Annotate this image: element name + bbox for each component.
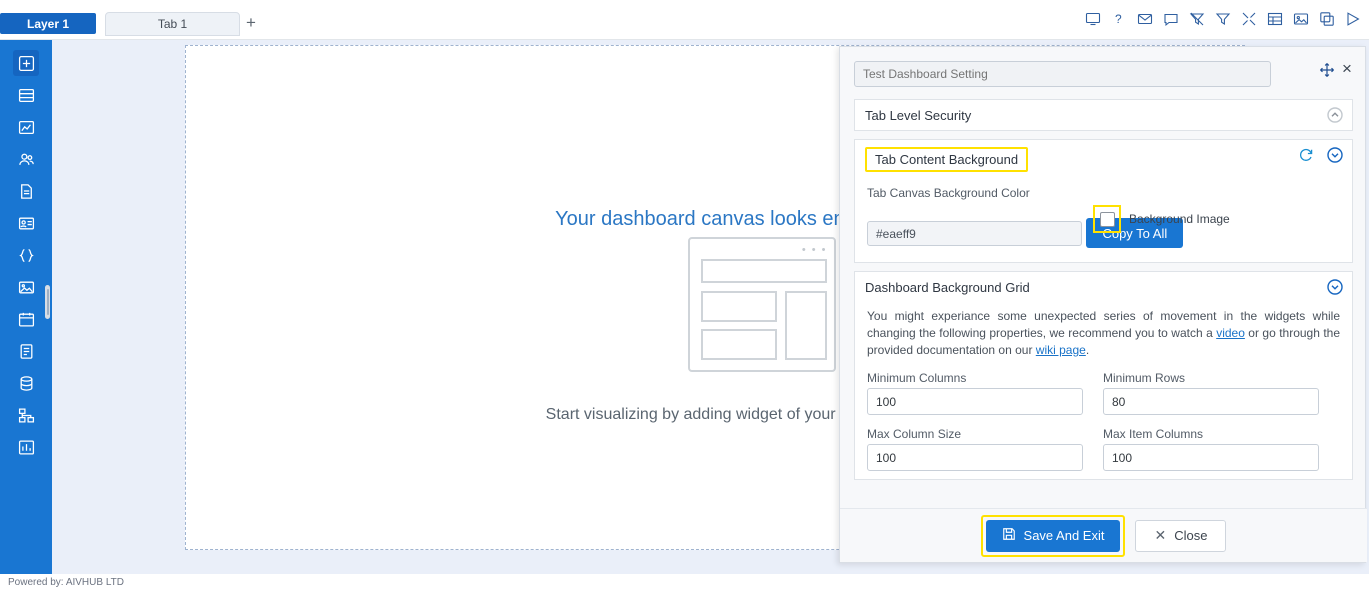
tools-icon[interactable] (1241, 11, 1257, 27)
background-image-checkbox[interactable] (1099, 211, 1115, 227)
dashboard-background-grid-body: You might experiance some unexpected ser… (855, 302, 1352, 479)
field-max-column-size: Max Column Size (867, 427, 1083, 471)
sidebar-item-layout[interactable] (13, 82, 39, 108)
mail-icon[interactable] (1137, 11, 1153, 27)
close-x-icon: ✕ (1154, 527, 1167, 543)
tab-1[interactable]: Tab 1 (105, 12, 240, 36)
max-item-columns-label: Max Item Columns (1103, 427, 1204, 441)
field-minimum-columns: Minimum Columns (867, 371, 1083, 415)
add-tab-button[interactable]: + (246, 14, 256, 31)
sidebar-item-code[interactable] (13, 242, 39, 268)
panel-footer: Save And Exit ✕ Close (840, 508, 1367, 562)
tab-label: Tab 1 (157, 17, 188, 31)
help-icon[interactable]: ? (1111, 11, 1127, 27)
save-button-label: Save And Exit (1023, 528, 1105, 543)
illustration-block-3 (785, 291, 827, 360)
play-icon[interactable] (1345, 11, 1361, 27)
sidebar-item-page[interactable] (13, 338, 39, 364)
filter-icon[interactable] (1215, 11, 1231, 27)
dashboard-background-grid-label: Dashboard Background Grid (865, 279, 1030, 295)
video-link[interactable]: video (1216, 326, 1245, 340)
svg-text:?: ? (1115, 12, 1122, 26)
image-icon[interactable] (1293, 11, 1309, 27)
chevron-down-icon-tcb[interactable] (1326, 146, 1344, 164)
grid-warning-note: You might experiance some unexpected ser… (867, 308, 1340, 359)
copy-icon[interactable] (1319, 11, 1335, 27)
wiki-page-link[interactable]: wiki page (1036, 343, 1086, 357)
sidebar-item-dashboard[interactable] (13, 50, 39, 76)
sidebar-item-tree[interactable] (13, 402, 39, 428)
panel-header: × (840, 47, 1367, 93)
layer-button[interactable]: Layer 1 (0, 13, 96, 34)
monitor-icon[interactable] (1085, 11, 1101, 27)
tab-content-background-label: Tab Content Background (865, 146, 1029, 172)
save-and-exit-button[interactable]: Save And Exit (985, 519, 1121, 552)
dashboard-settings-panel: × Tab Level Security Tab Content Backgro… (839, 46, 1367, 563)
dashboard-setting-title-input[interactable] (854, 61, 1271, 87)
app-root: Layer 1 Tab 1 + ? Your dashboard canvas … (0, 0, 1369, 592)
save-button-highlight: Save And Exit (980, 514, 1126, 557)
table-icon[interactable] (1267, 11, 1283, 27)
top-icon-bar: ? (1085, 11, 1361, 27)
close-icon[interactable]: × (1342, 60, 1352, 77)
save-icon (1002, 527, 1016, 544)
sidebar-item-chart[interactable] (13, 114, 39, 140)
background-image-label: Background Image (1129, 212, 1230, 226)
dashboard-background-grid-header[interactable]: Dashboard Background Grid (855, 272, 1352, 302)
tab-level-security-header[interactable]: Tab Level Security (855, 100, 1352, 130)
background-image-control: Background Image (1093, 205, 1230, 233)
close-button[interactable]: ✕ Close (1135, 519, 1227, 552)
sidebar-item-analytics[interactable] (13, 434, 39, 460)
canvas-color-input[interactable] (867, 221, 1082, 246)
chevron-down-icon-dbg[interactable] (1326, 278, 1344, 296)
illustration-block-1 (701, 291, 777, 322)
illustration-block-2 (701, 329, 777, 360)
sidebar-item-card[interactable] (13, 210, 39, 236)
refresh-icon[interactable] (1298, 147, 1314, 163)
chevron-up-icon[interactable] (1326, 106, 1344, 124)
sidebar-item-database[interactable] (13, 370, 39, 396)
illustration-dots: • • • (801, 244, 827, 256)
minimum-columns-input[interactable] (867, 388, 1083, 415)
field-minimum-rows: Minimum Rows (1103, 371, 1319, 415)
comment-icon[interactable] (1163, 11, 1179, 27)
panel-body: Tab Level Security Tab Content Backgroun… (854, 99, 1353, 543)
field-max-item-columns: Max Item Columns (1103, 427, 1319, 471)
sidebar-resize-handle[interactable] (45, 285, 50, 319)
minimum-rows-input[interactable] (1103, 388, 1319, 415)
filter-off-icon[interactable] (1189, 11, 1205, 27)
canvas-color-label: Tab Canvas Background Color (867, 186, 1030, 200)
empty-state-illustration: • • • (688, 237, 836, 372)
tab-content-background-body: Tab Canvas Background Color Background I… (855, 178, 1352, 262)
section-dashboard-background-grid: Dashboard Background Grid You might expe… (854, 271, 1353, 480)
sidebar-item-media[interactable] (13, 274, 39, 300)
close-button-label: Close (1174, 528, 1208, 543)
sidebar-item-calendar[interactable] (13, 306, 39, 332)
background-image-checkbox-highlight (1093, 205, 1121, 233)
powered-by-label: Powered by: AIVHUB LTD (8, 577, 124, 588)
note-text-3: . (1085, 343, 1090, 357)
minimum-columns-label: Minimum Columns (867, 371, 967, 385)
sidebar-item-users[interactable] (13, 146, 39, 172)
max-item-columns-input[interactable] (1103, 444, 1319, 471)
top-bar: Layer 1 Tab 1 + ? (0, 0, 1369, 40)
tab-content-background-header[interactable]: Tab Content Background (855, 140, 1352, 178)
minimum-rows-label: Minimum Rows (1103, 371, 1186, 385)
move-icon[interactable] (1319, 62, 1335, 83)
grid-fields-row-2: Max Column Size Max Item Columns (867, 427, 1340, 471)
max-column-size-label: Max Column Size (867, 427, 962, 441)
max-column-size-input[interactable] (867, 444, 1083, 471)
illustration-bar (701, 259, 827, 283)
section-tab-content-background: Tab Content Background Tab Canvas Backgr… (854, 139, 1353, 263)
section-tab-level-security: Tab Level Security (854, 99, 1353, 131)
grid-fields-row-1: Minimum Columns Minimum Rows (867, 371, 1340, 415)
tab-level-security-label: Tab Level Security (865, 107, 972, 123)
sidebar-item-document[interactable] (13, 178, 39, 204)
layer-label: Layer 1 (26, 16, 70, 31)
